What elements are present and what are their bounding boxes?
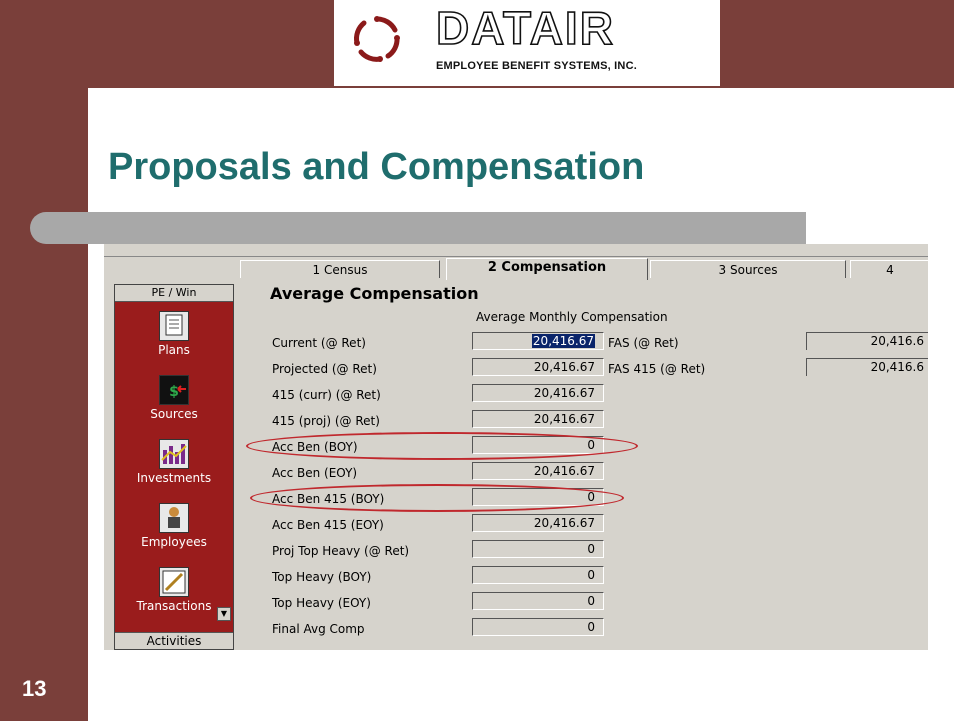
app-window: 1 Census 2 Compensation 3 Sources 4 PE /… [104, 244, 928, 650]
title-underline-end [776, 212, 806, 244]
field-proj-top-heavy[interactable]: 0 [472, 540, 604, 558]
field-415-curr[interactable]: 20,416.67 [472, 384, 604, 402]
sidebar-item-plans[interactable]: Plans [115, 311, 233, 357]
logo-wordmark-text: DATAIR [436, 4, 615, 54]
toolbar-strip [104, 244, 928, 257]
row-label-top-heavy-eoy: Top Heavy (EOY) [272, 596, 371, 610]
svg-text:$: $ [169, 384, 179, 400]
field-acc-ben-eoy[interactable]: 20,416.67 [472, 462, 604, 480]
row-label-current: Current (@ Ret) [272, 336, 366, 350]
tab-census[interactable]: 1 Census [240, 260, 440, 278]
field-current[interactable]: 20,416.67 [472, 332, 604, 350]
row-label-projected: Projected (@ Ret) [272, 362, 377, 376]
row-label-acc-ben-eoy: Acc Ben (EOY) [272, 466, 358, 480]
sidebar-item-sources[interactable]: $ Sources [115, 375, 233, 421]
sidebar-activities[interactable]: Activities [115, 632, 233, 649]
pe-win-sidebar: PE / Win Plans $ Sources Investments Emp… [114, 284, 234, 650]
sidebar-label-employees: Employees [141, 535, 207, 549]
employee-icon [159, 503, 189, 533]
field-top-heavy-boy[interactable]: 0 [472, 566, 604, 584]
row-label-415-proj: 415 (proj) (@ Ret) [272, 414, 380, 428]
slide-content-corner [88, 88, 148, 148]
field-fas-415[interactable]: 20,416.6 [806, 358, 928, 376]
field-final-avg-comp[interactable]: 0 [472, 618, 604, 636]
sidebar-label-plans: Plans [158, 343, 190, 357]
sidebar-label-transactions: Transactions [136, 599, 212, 613]
column-caption: Average Monthly Compensation [476, 310, 668, 324]
contrib-sources-icon: $ [159, 375, 189, 405]
sidebar-scroll-down-icon[interactable]: ▼ [217, 607, 231, 621]
highlight-acc-ben-415-boy [250, 484, 624, 512]
logo-subtitle: EMPLOYEE BENEFIT SYSTEMS, INC. [436, 60, 637, 72]
sidebar-item-employees[interactable]: Employees [115, 503, 233, 549]
row-label-proj-top-heavy: Proj Top Heavy (@ Ret) [272, 544, 410, 558]
field-top-heavy-eoy[interactable]: 0 [472, 592, 604, 610]
slide-number: 13 [22, 676, 47, 701]
plans-icon [159, 311, 189, 341]
sidebar-label-investments: Investments [136, 471, 212, 485]
sidebar-item-investments[interactable]: Investments [115, 439, 233, 485]
field-acc-ben-415-eoy[interactable]: 20,416.67 [472, 514, 604, 532]
sidebar-label-sources: Sources [150, 407, 198, 421]
slide-left-bar [0, 0, 88, 721]
sidebar-item-transactions[interactable]: Transactions [115, 567, 233, 613]
sidebar-header: PE / Win [115, 285, 233, 302]
row-label-final-avg-comp: Final Avg Comp [272, 622, 365, 636]
row-label-top-heavy-boy: Top Heavy (BOY) [272, 570, 372, 584]
field-415-proj[interactable]: 20,416.67 [472, 410, 604, 428]
transactions-icon [159, 567, 189, 597]
tab-sources[interactable]: 3 Sources [650, 260, 846, 278]
field-current-value: 20,416.67 [531, 334, 595, 348]
tab-compensation[interactable]: 2 Compensation [446, 258, 648, 280]
row-label-415-curr: 415 (curr) (@ Ret) [272, 388, 381, 402]
highlight-acc-ben-boy [246, 432, 638, 460]
fas-415-label: FAS 415 (@ Ret) [608, 362, 706, 376]
field-projected[interactable]: 20,416.67 [472, 358, 604, 376]
datair-logo-icon [354, 16, 400, 62]
fas-label: FAS (@ Ret) [608, 336, 679, 350]
row-label-acc-ben-415-eoy: Acc Ben 415 (EOY) [272, 518, 384, 532]
slide-title: Proposals and Compensation [108, 146, 645, 188]
section-title: Average Compensation [270, 284, 479, 303]
tab-4[interactable]: 4 [850, 260, 928, 278]
invest-icon [159, 439, 189, 469]
title-underline [30, 212, 805, 244]
datair-wordmark: DATAIR [436, 4, 615, 54]
field-fas[interactable]: 20,416.6 [806, 332, 928, 350]
tab-bar: 1 Census 2 Compensation 3 Sources 4 [240, 258, 928, 280]
